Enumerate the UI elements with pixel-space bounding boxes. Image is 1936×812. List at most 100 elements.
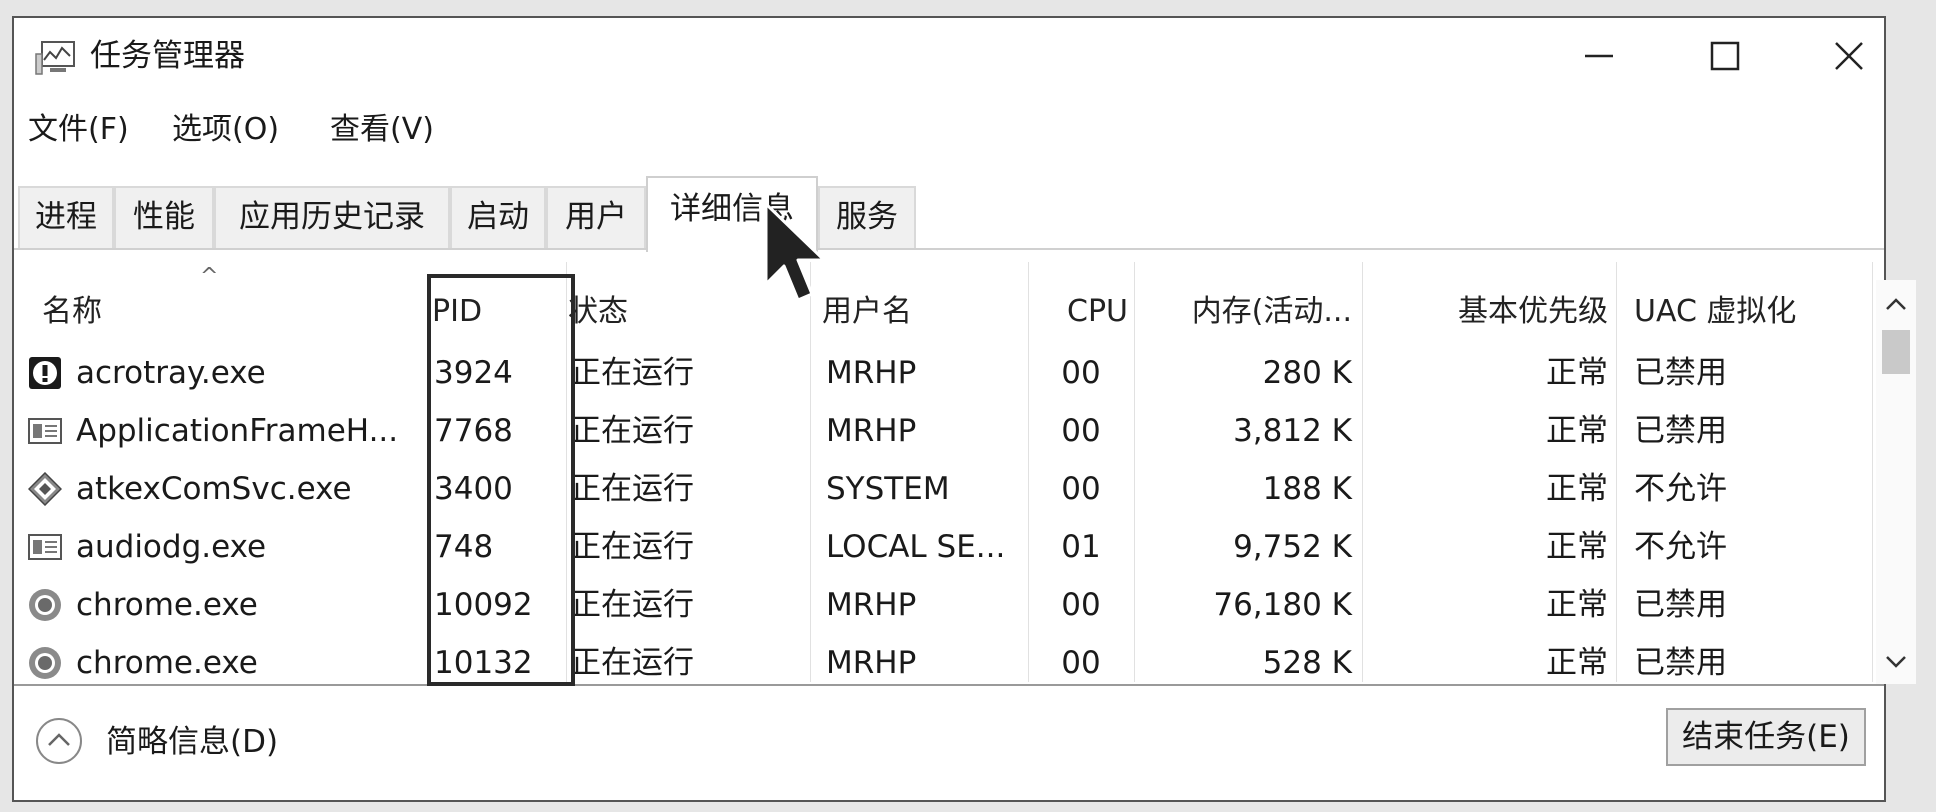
table-row[interactable]: ApplicationFrameH... 7768 正在运行 MRHP 00 3…	[14, 402, 1878, 460]
scroll-up-button[interactable]	[1876, 284, 1916, 324]
diamond-service-icon	[27, 471, 63, 507]
fewer-details-link[interactable]: 简略信息(D)	[106, 722, 278, 762]
process-uac: 不允许	[1634, 529, 1727, 565]
column-header-memory[interactable]: 内存(活动...	[1136, 280, 1352, 344]
column-header-pid[interactable]: PID	[432, 280, 482, 344]
chrome-icon	[28, 588, 62, 622]
process-name: chrome.exe	[76, 645, 258, 681]
tab-divider	[14, 248, 1884, 250]
scroll-thumb[interactable]	[1882, 330, 1910, 374]
column-header-username[interactable]: 用户名	[822, 280, 912, 344]
table-row[interactable]: audiodg.exe 748 正在运行 LOCAL SE... 01 9,75…	[14, 518, 1878, 576]
process-priority: 正常	[1546, 413, 1608, 449]
process-cpu: 00	[1061, 587, 1101, 623]
sort-ascending-icon: ^	[200, 264, 219, 289]
process-pid: 7768	[434, 413, 513, 449]
process-status: 正在运行	[570, 645, 694, 681]
chrome-icon	[28, 646, 62, 680]
process-uac: 已禁用	[1634, 645, 1727, 681]
table-row[interactable]: acrotray.exe 3924 正在运行 MRHP 00 280 K 正常 …	[14, 344, 1878, 402]
process-cpu: 00	[1061, 355, 1101, 391]
process-status: 正在运行	[570, 529, 694, 565]
window-title: 任务管理器	[90, 38, 245, 74]
tab-processes[interactable]: 进程	[18, 186, 114, 248]
minimize-button[interactable]	[1544, 26, 1654, 86]
task-manager-icon	[34, 40, 78, 76]
process-username: MRHP	[826, 413, 917, 449]
chevron-down-icon	[1886, 656, 1906, 668]
process-memory: 76,180 K	[1213, 587, 1352, 623]
menu-view[interactable]: 查看(V)	[330, 108, 434, 152]
column-header-priority[interactable]: 基本优先级	[1364, 280, 1608, 344]
process-name: chrome.exe	[76, 587, 258, 623]
process-memory: 528 K	[1262, 645, 1352, 681]
process-memory: 3,812 K	[1233, 413, 1352, 449]
column-header-name[interactable]: 名称	[42, 280, 102, 344]
column-header-status[interactable]: 状态	[568, 280, 628, 344]
table-bottom-border	[14, 684, 1884, 686]
tab-bar: 进程 性能 应用历史记录 启动 用户 详细信息 服务	[14, 168, 1884, 252]
menu-options[interactable]: 选项(O)	[172, 108, 279, 152]
process-pid: 10092	[434, 587, 533, 623]
process-pid: 10132	[434, 645, 533, 681]
process-username: MRHP	[826, 645, 917, 681]
maximize-button[interactable]	[1670, 26, 1780, 86]
fewer-details-icon[interactable]	[34, 716, 84, 766]
process-memory: 280 K	[1262, 355, 1352, 391]
process-priority: 正常	[1546, 645, 1608, 681]
acrotray-icon	[28, 356, 62, 390]
column-header-cpu[interactable]: CPU	[1030, 280, 1128, 344]
scroll-down-button[interactable]	[1876, 642, 1916, 682]
process-name: acrotray.exe	[76, 355, 266, 391]
process-priority: 正常	[1546, 529, 1608, 565]
task-manager-window: 任务管理器 文件(F) 选项(O) 查看(V) 进程 性能 应用历史记录 启动 …	[12, 16, 1916, 802]
process-cpu: 00	[1061, 645, 1101, 681]
process-memory: 188 K	[1262, 471, 1352, 507]
process-pid: 3924	[434, 355, 513, 391]
window-app-icon	[28, 530, 62, 564]
tab-startup[interactable]: 启动	[450, 186, 546, 248]
process-status: 正在运行	[570, 587, 694, 623]
process-pid: 3400	[434, 471, 513, 507]
process-status: 正在运行	[570, 413, 694, 449]
process-username: MRHP	[826, 587, 917, 623]
process-cpu: 01	[1061, 529, 1101, 565]
column-header-uac[interactable]: UAC 虚拟化	[1634, 280, 1796, 344]
process-name: audiodg.exe	[76, 529, 267, 565]
minimize-icon	[1585, 54, 1613, 58]
process-username: SYSTEM	[826, 471, 950, 507]
process-status: 正在运行	[570, 471, 694, 507]
process-name: ApplicationFrameH...	[76, 413, 399, 449]
process-priority: 正常	[1546, 355, 1608, 391]
table-row[interactable]: atkexComSvc.exe 3400 正在运行 SYSTEM 00 188 …	[14, 460, 1878, 518]
close-button[interactable]	[1794, 26, 1904, 86]
tab-users[interactable]: 用户	[546, 186, 646, 248]
vertical-scrollbar[interactable]	[1876, 280, 1916, 684]
process-username: LOCAL SE...	[826, 529, 1006, 565]
table-row[interactable]: chrome.exe 10092 正在运行 MRHP 00 76,180 K 正…	[14, 576, 1878, 634]
window-app-icon	[28, 414, 62, 448]
tab-app-history[interactable]: 应用历史记录	[214, 186, 450, 248]
title-bar[interactable]: 任务管理器	[14, 18, 1884, 88]
process-priority: 正常	[1546, 471, 1608, 507]
process-memory: 9,752 K	[1233, 529, 1352, 565]
close-icon	[1835, 42, 1863, 70]
mouse-cursor-icon	[762, 202, 834, 310]
maximize-icon	[1710, 41, 1740, 71]
tab-performance[interactable]: 性能	[114, 186, 214, 248]
process-name: atkexComSvc.exe	[76, 471, 352, 507]
chevron-up-icon	[1886, 298, 1906, 310]
process-cpu: 00	[1061, 413, 1101, 449]
table-row[interactable]: chrome.exe 10132 正在运行 MRHP 00 528 K 正常 已…	[14, 634, 1878, 682]
process-uac: 已禁用	[1634, 587, 1727, 623]
process-username: MRHP	[826, 355, 917, 391]
process-uac: 已禁用	[1634, 355, 1727, 391]
process-priority: 正常	[1546, 587, 1608, 623]
menu-file[interactable]: 文件(F)	[28, 108, 129, 152]
end-task-button[interactable]: 结束任务(E)	[1666, 708, 1866, 766]
process-pid: 748	[434, 529, 494, 565]
process-cpu: 00	[1061, 471, 1101, 507]
process-status: 正在运行	[570, 355, 694, 391]
process-uac: 已禁用	[1634, 413, 1727, 449]
process-uac: 不允许	[1634, 471, 1727, 507]
